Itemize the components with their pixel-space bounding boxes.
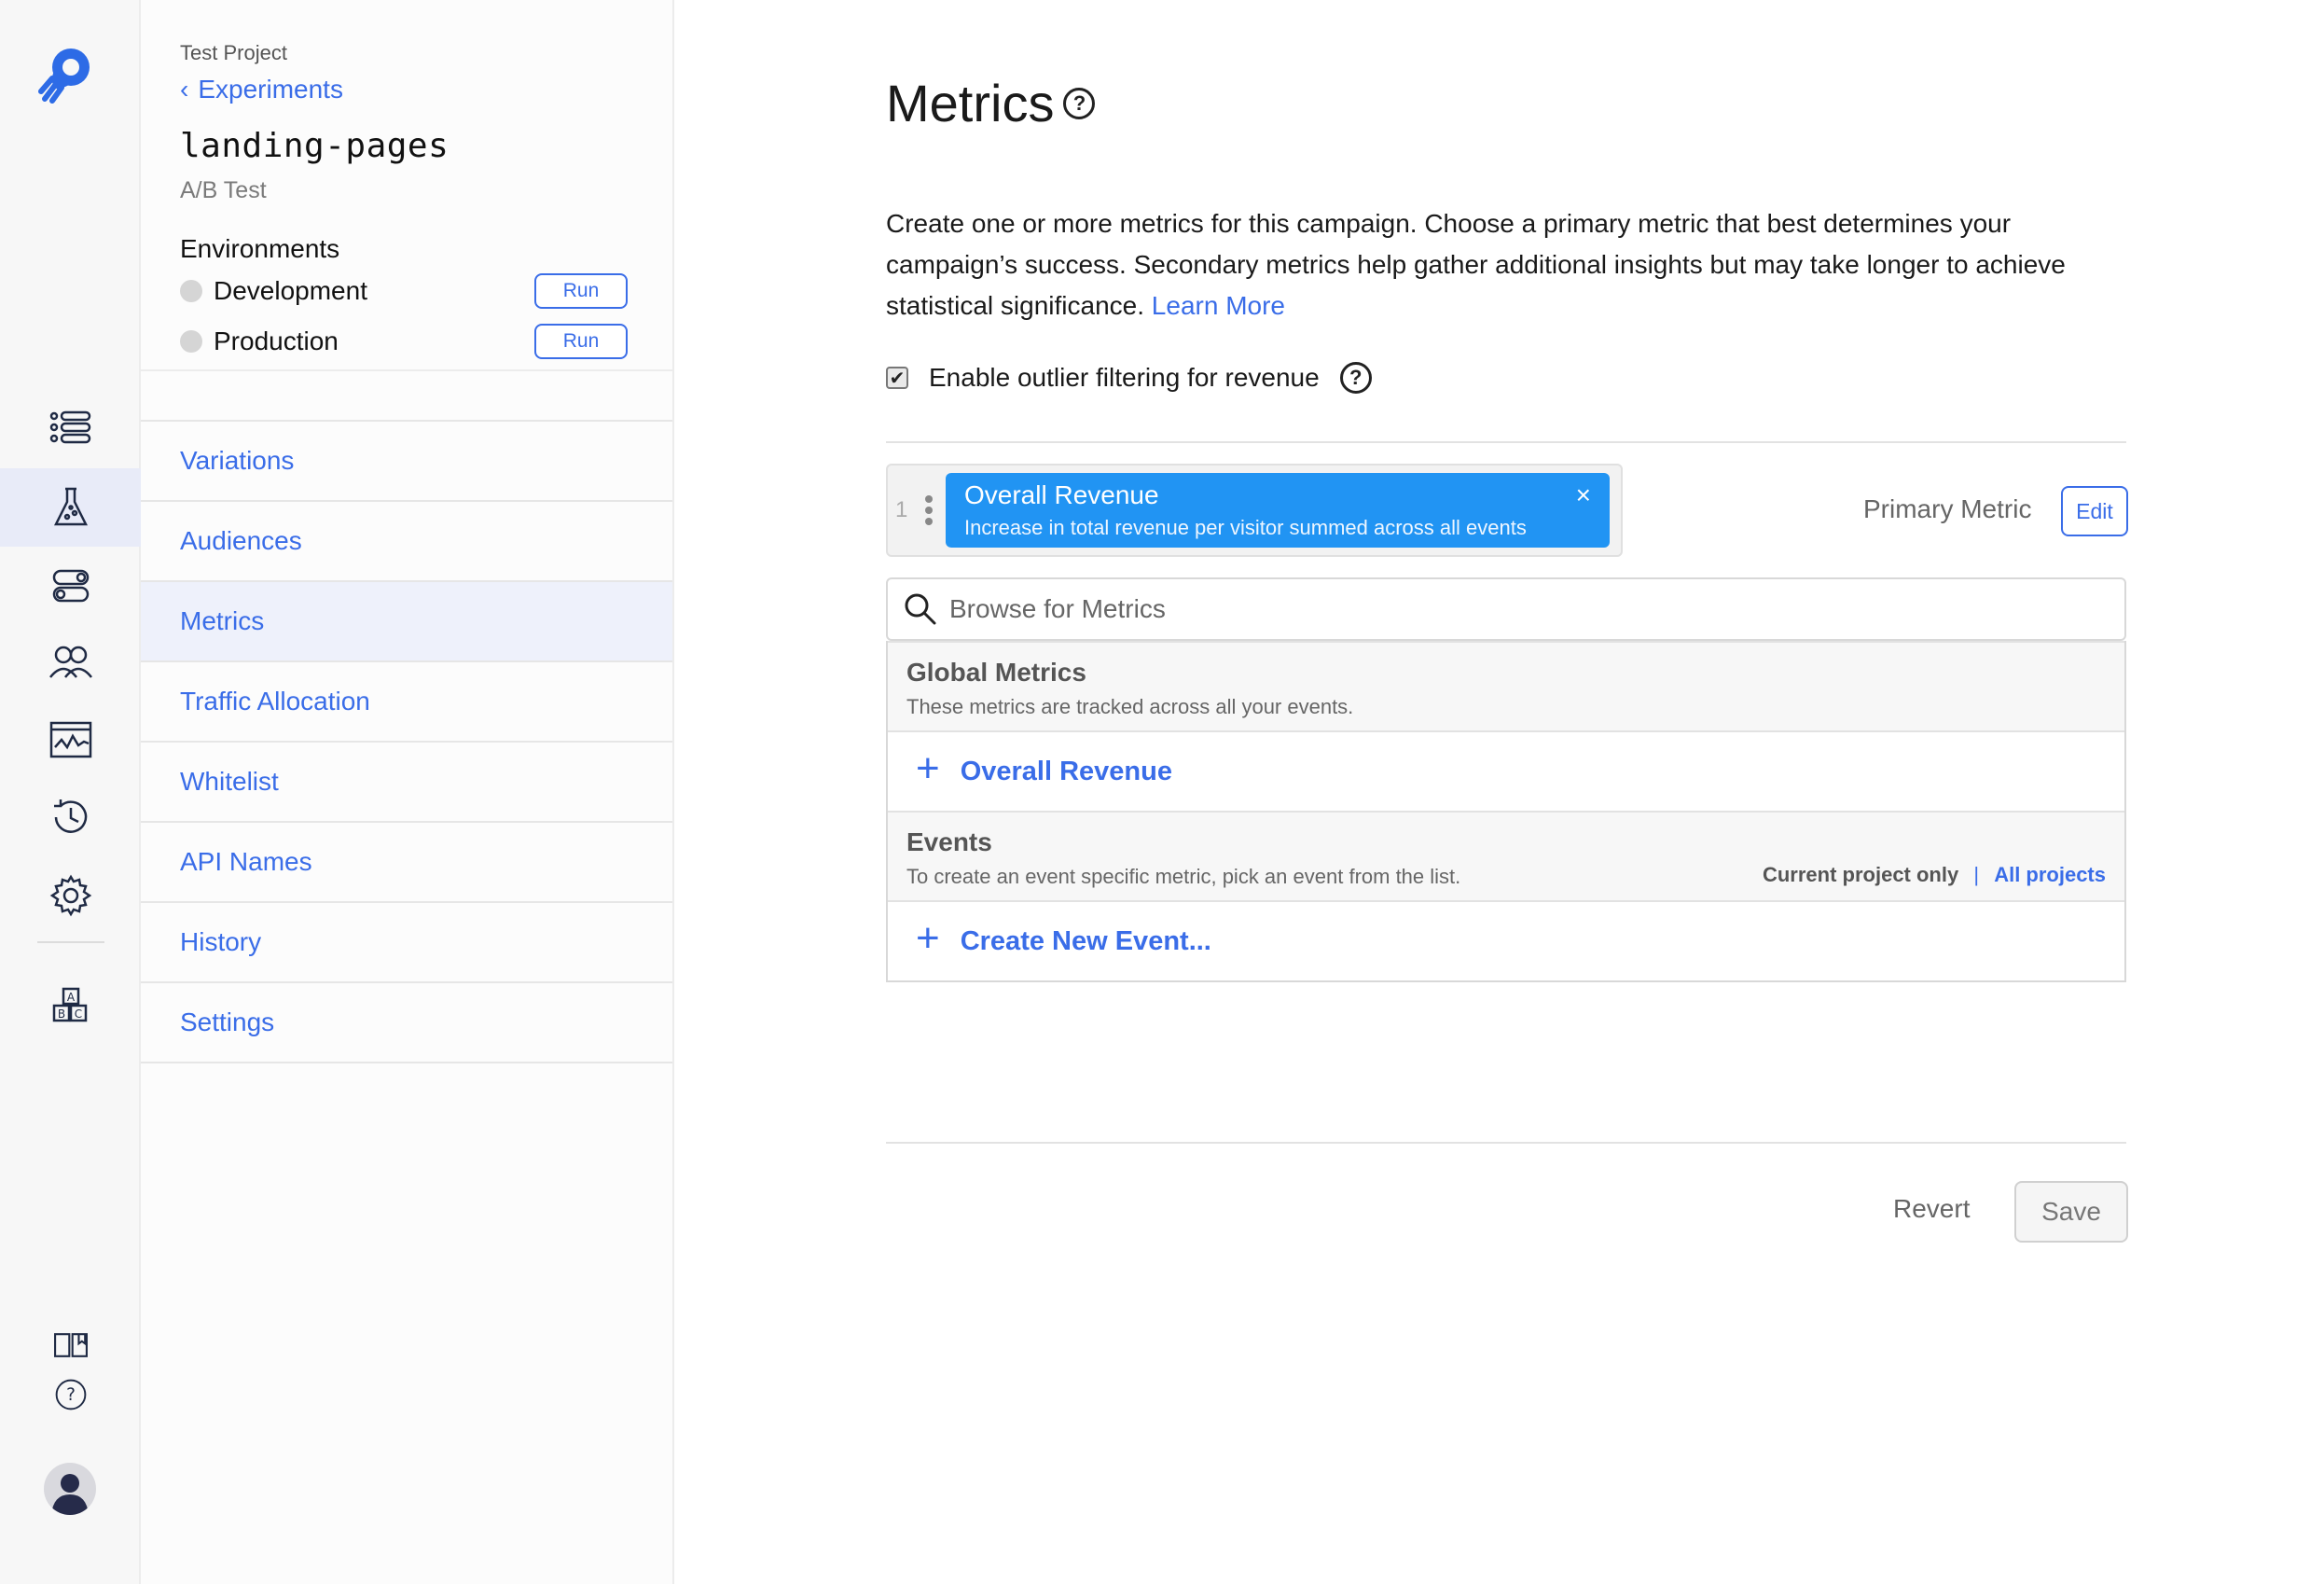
environment-status-dot (180, 280, 202, 302)
revert-button[interactable]: Revert (1893, 1194, 1970, 1224)
nav-item-metrics[interactable]: Metrics (141, 582, 672, 662)
footer-divider (886, 1142, 2126, 1144)
chart-icon[interactable] (0, 701, 141, 779)
nav-item-traffic-allocation[interactable]: Traffic Allocation (141, 662, 672, 743)
environment-status-dot (180, 330, 202, 353)
metric-title: Overall Revenue (964, 480, 1159, 509)
all-projects-filter[interactable]: All projects (1994, 863, 2106, 886)
nav-item-history[interactable]: History (141, 903, 672, 983)
plus-icon: + (916, 915, 940, 961)
section-subtitle: These metrics are tracked across all you… (906, 695, 1354, 718)
page-title: Metrics (886, 74, 1055, 132)
toggles-icon[interactable] (0, 547, 141, 625)
environment-row-production: Production Run (180, 323, 637, 360)
rocket-logo-icon[interactable] (35, 43, 97, 104)
metric-subtitle: Increase in total revenue per visitor su… (964, 516, 1527, 539)
create-new-event-button[interactable]: + Create New Event... (888, 900, 2124, 980)
primary-metric-card: 1 Overall Revenue Increase in total reve… (886, 464, 1623, 557)
close-icon[interactable]: × (1576, 480, 1591, 510)
metric-option-label: Overall Revenue (960, 756, 1172, 786)
section-title: Global Metrics (906, 658, 1086, 687)
environment-name: Production (214, 327, 339, 355)
history-icon[interactable] (0, 778, 141, 856)
nav-item-settings[interactable]: Settings (141, 983, 672, 1063)
svg-text:?: ? (66, 1385, 76, 1405)
learn-more-link[interactable]: Learn More (1152, 291, 1285, 320)
current-project-only-filter[interactable]: Current project only (1763, 863, 1958, 886)
primary-metric-pill[interactable]: Overall Revenue Increase in total revenu… (946, 473, 1610, 548)
experiment-nav: Variations Audiences Metrics Traffic All… (141, 420, 672, 1063)
nav-item-whitelist[interactable]: Whitelist (141, 743, 672, 823)
project-name: Test Project (180, 41, 287, 64)
experiment-sidebar: Test Project ‹ Experiments landing-pages… (141, 0, 674, 1584)
scope-separator: | (1973, 863, 1980, 886)
environment-row-development: Development Run (180, 272, 637, 310)
chevron-left-icon: ‹ (180, 75, 189, 104)
audiences-icon[interactable] (0, 623, 141, 702)
list-icon[interactable] (0, 390, 141, 468)
primary-metric-label: Primary Metric (1863, 494, 2032, 523)
outlier-filter-option: ✔ Enable outlier filtering for revenue ? (886, 362, 1372, 394)
icon-rail: A B C ? (0, 0, 141, 1584)
avatar[interactable] (44, 1463, 96, 1515)
svg-text:A: A (66, 991, 75, 1004)
events-header: Events To create an event specific metri… (888, 811, 2124, 900)
add-overall-revenue-metric[interactable]: + Overall Revenue (888, 730, 2124, 811)
experiment-name: landing-pages (180, 127, 450, 165)
metric-index: 1 (895, 497, 908, 522)
sidebar-divider (141, 369, 672, 371)
svg-text:C: C (74, 1007, 81, 1021)
plus-icon: + (916, 745, 940, 791)
run-production-button[interactable]: Run (534, 324, 628, 359)
project-scope-filter: Current project only | All projects (1763, 863, 2106, 887)
nav-item-variations[interactable]: Variations (141, 422, 672, 502)
experiment-type: A/B Test (180, 177, 267, 203)
nav-item-api-names[interactable]: API Names (141, 823, 672, 903)
help-icon[interactable]: ? (1339, 362, 1372, 394)
gear-icon[interactable] (0, 856, 141, 935)
search-placeholder: Browse for Metrics (949, 594, 1166, 623)
metrics-description: Create one or more metrics for this camp… (886, 203, 2126, 327)
environment-name: Development (214, 276, 367, 305)
back-link-label: Experiments (198, 75, 343, 104)
metrics-search[interactable]: Browse for Metrics (886, 577, 2126, 641)
rail-divider (37, 941, 104, 943)
svg-text:B: B (57, 1007, 64, 1021)
page-title-row: Metrics ? (886, 73, 1096, 133)
nav-item-audiences[interactable]: Audiences (141, 502, 672, 582)
section-title: Events (906, 827, 992, 856)
description-text: Create one or more metrics for this camp… (886, 209, 2066, 320)
run-development-button[interactable]: Run (534, 273, 628, 309)
environments-heading: Environments (180, 234, 340, 263)
edit-button[interactable]: Edit (2061, 486, 2128, 536)
search-icon (905, 593, 936, 625)
abc-blocks-icon[interactable]: A B C (0, 968, 141, 1047)
outlier-filter-label: Enable outlier filtering for revenue (929, 363, 1320, 392)
help-icon[interactable]: ? (1063, 87, 1096, 119)
create-event-label: Create New Event... (960, 925, 1211, 956)
section-divider (886, 441, 2126, 443)
help-icon[interactable]: ? (0, 1357, 141, 1432)
save-button[interactable]: Save (2014, 1181, 2128, 1243)
metrics-list: Global Metrics These metrics are tracked… (886, 641, 2126, 982)
global-metrics-header: Global Metrics These metrics are tracked… (888, 641, 2124, 730)
outlier-filter-checkbox[interactable]: ✔ (886, 367, 908, 389)
drag-handle-icon[interactable] (925, 495, 934, 525)
back-to-experiments-link[interactable]: ‹ Experiments (180, 75, 343, 104)
flask-icon[interactable] (0, 468, 141, 547)
